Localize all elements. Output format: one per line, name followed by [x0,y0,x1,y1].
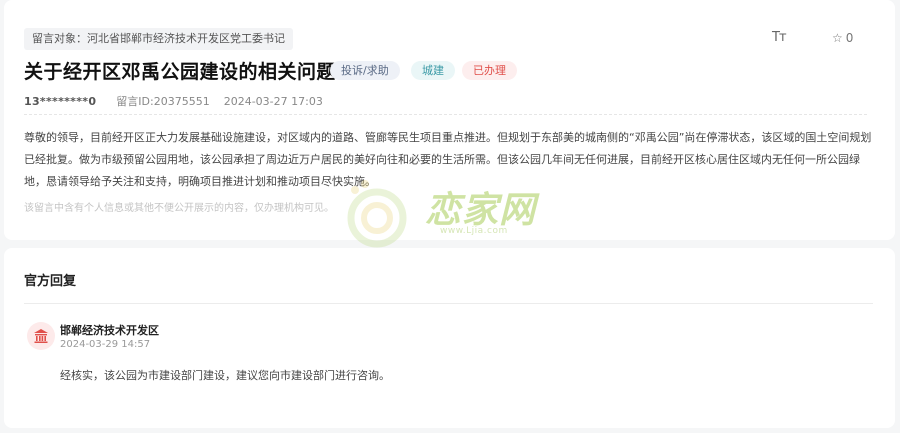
org-avatar [27,322,55,350]
reply-date: 2024-03-29 14:57 [60,339,151,350]
message-category-tag: 城建 [411,61,455,80]
reply-org-name: 邯郸经济技术开发区 [60,324,159,337]
message-meta: 13********0 留言ID:20375551 2024-03-27 17:03 [24,93,323,109]
favorite-count: 0 [845,31,854,45]
font-size-toggle-icon[interactable]: Tт [772,30,786,45]
message-body: 尊敬的领导，目前经开区正大力发展基础设施建设，对区域内的道路、管廊等民生项目重点… [24,131,872,188]
official-reply-card [4,248,895,428]
message-title: 关于经开区邓禹公园建设的相关问题 [24,61,337,83]
privacy-notice: 该留言中含有个人信息或其他不便公开展示的内容，仅办理机构可见。 [24,203,334,214]
message-id: 留言ID:20375551 [116,95,210,108]
reply-content: 经核实，该公园为市建设部门建设，建议您向市建设部门进行咨询。 [60,369,390,382]
message-type-tag: 投诉/求助 [330,61,400,80]
reply-divider [24,303,873,304]
reply-heading: 官方回复 [24,274,77,289]
favorite-button[interactable]: ☆ 0 [832,31,853,45]
message-target-label: 留言对象：河北省邯郸市经济技术开发区党工委书记 [24,28,293,50]
meta-divider [24,114,867,115]
sender-phone: 13********0 [24,95,97,108]
message-time: 2024-03-27 17:03 [223,95,323,108]
message-status-badge: 已办理 [462,61,517,80]
star-icon: ☆ [832,31,843,45]
government-building-icon [34,329,48,343]
